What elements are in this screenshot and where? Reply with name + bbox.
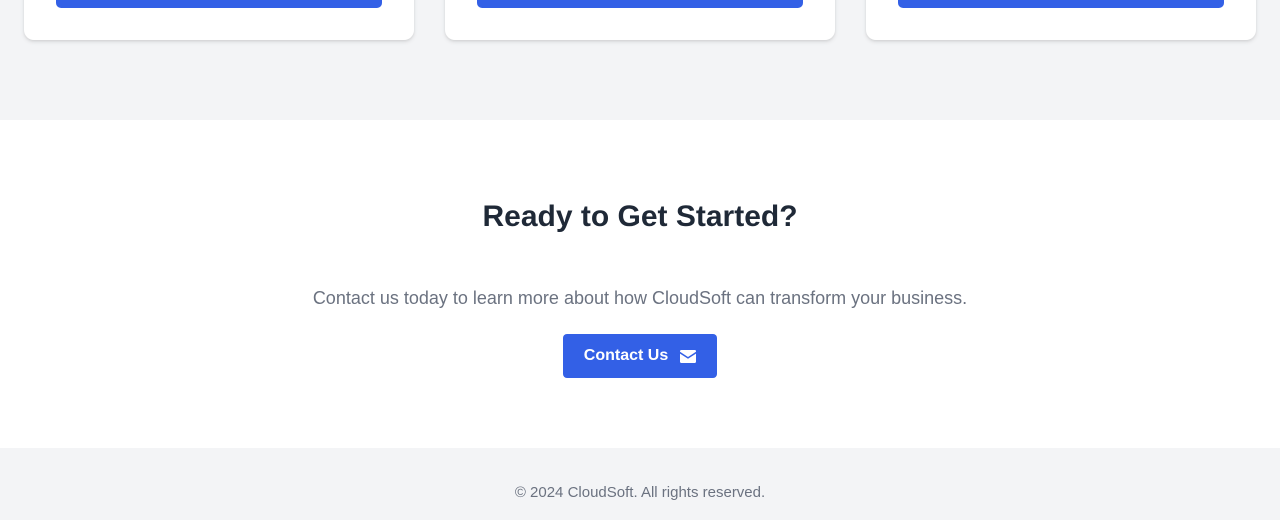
footer-copyright: © 2024 CloudSoft. All rights reserved. xyxy=(514,484,766,501)
pricing-cards-section xyxy=(0,0,1280,120)
footer: © 2024 CloudSoft. All rights reserved. xyxy=(0,448,1280,520)
contact-us-label: Contact Us xyxy=(583,347,669,364)
cta-title: Ready to Get Started? xyxy=(482,200,798,233)
pricing-card xyxy=(445,0,835,40)
pricing-card-button[interactable] xyxy=(477,0,803,8)
pricing-card-button[interactable] xyxy=(898,0,1224,8)
cta-description: Contact us today to learn more about how… xyxy=(312,288,968,308)
pricing-card-button[interactable] xyxy=(56,0,382,8)
pricing-card xyxy=(866,0,1256,40)
envelope-icon xyxy=(680,349,697,363)
pricing-card xyxy=(24,0,414,40)
contact-us-button[interactable]: Contact Us xyxy=(563,334,717,378)
cta-section: Ready to Get Started? Contact us today t… xyxy=(0,120,1280,448)
